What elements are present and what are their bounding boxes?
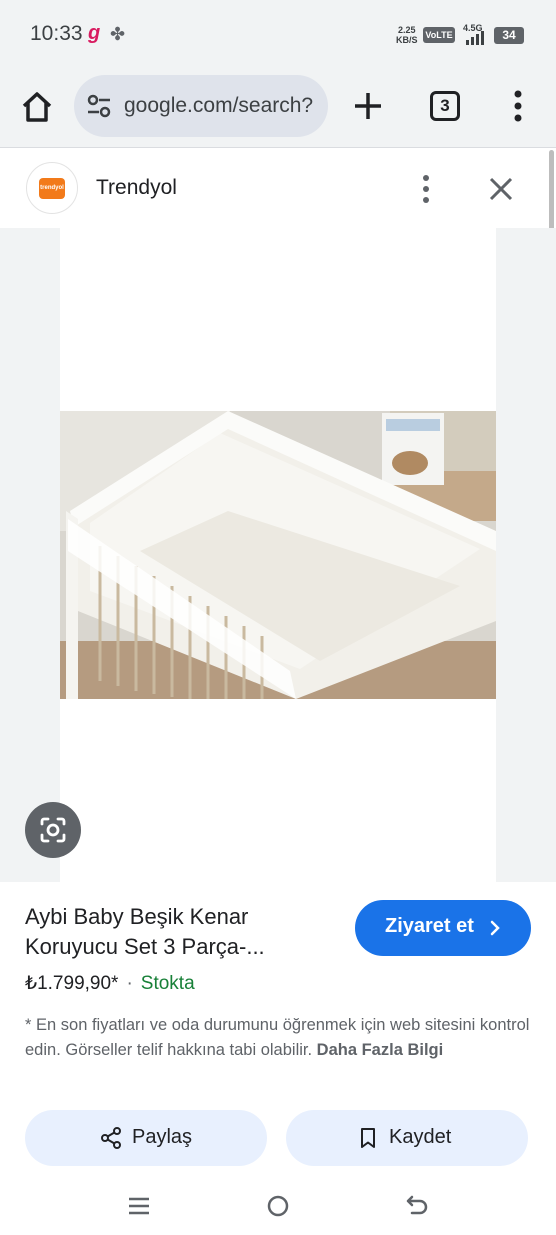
bookmark-icon [361, 1128, 375, 1148]
status-time: 10:33 [30, 22, 83, 45]
save-button[interactable]: Kaydet [286, 1110, 528, 1166]
status-bar: 10:33 g ✤ 2.25 KB/S VoLTE 4.5G 34 [0, 0, 556, 70]
price-row: ₺1.799,90* · Stokta [25, 972, 195, 995]
volte-badge: VoLTE [423, 27, 455, 43]
nav-home-icon[interactable] [266, 1194, 290, 1218]
google-lens-button[interactable] [25, 802, 81, 858]
chevron-right-icon [490, 920, 500, 936]
google-lens-icon [40, 817, 66, 843]
stock-status: Stokta [140, 973, 195, 994]
tune-icon[interactable] [86, 94, 112, 118]
pinwheel-icon: ✤ [110, 24, 126, 44]
network-speed: 2.25 KB/S [396, 25, 418, 45]
nav-back-icon[interactable] [404, 1194, 430, 1218]
product-info-panel: Aybi Baby Beşik Kenar Koruyucu Set 3 Par… [0, 882, 556, 1235]
battery-indicator: 34 [494, 27, 524, 44]
separator-dot: · [126, 973, 133, 994]
visit-button[interactable]: Ziyaret et [355, 900, 531, 956]
home-icon[interactable] [18, 88, 56, 126]
new-tab-plus-icon[interactable] [350, 88, 386, 124]
product-image[interactable] [60, 411, 496, 699]
nav-recents-icon[interactable] [128, 1196, 150, 1216]
visit-button-label: Ziyaret et [385, 915, 474, 937]
image-preview-area [0, 228, 556, 882]
share-label: Paylaş [132, 1126, 193, 1148]
save-label: Kaydet [389, 1126, 452, 1148]
more-vert-icon[interactable] [508, 88, 528, 124]
signal-icon [466, 31, 484, 45]
trendyol-logo: trendyol [39, 178, 65, 199]
result-sheet-header: trendyol Trendyol [0, 150, 556, 228]
url-text: google.com/search? [124, 94, 314, 117]
product-title[interactable]: Aybi Baby Beşik Kenar Koruyucu Set 3 Par… [25, 902, 325, 962]
more-vert-icon[interactable] [418, 173, 434, 205]
disclaimer-text: * En son fiyatları ve oda durumunu öğren… [25, 1016, 530, 1059]
price: ₺1.799,90* [25, 973, 119, 994]
address-bar[interactable]: google.com/search? [74, 75, 328, 137]
share-icon [101, 1127, 121, 1149]
site-name: Trendyol [96, 176, 177, 199]
app-notification-icon: g [88, 22, 101, 44]
browser-toolbar: google.com/search? 3 [0, 70, 556, 148]
more-info-link[interactable]: Daha Fazla Bilgi [317, 1041, 444, 1059]
close-icon[interactable] [486, 174, 516, 204]
tab-switcher-button[interactable]: 3 [430, 91, 460, 121]
site-favicon: trendyol [26, 162, 78, 214]
share-button[interactable]: Paylaş [25, 1110, 267, 1166]
